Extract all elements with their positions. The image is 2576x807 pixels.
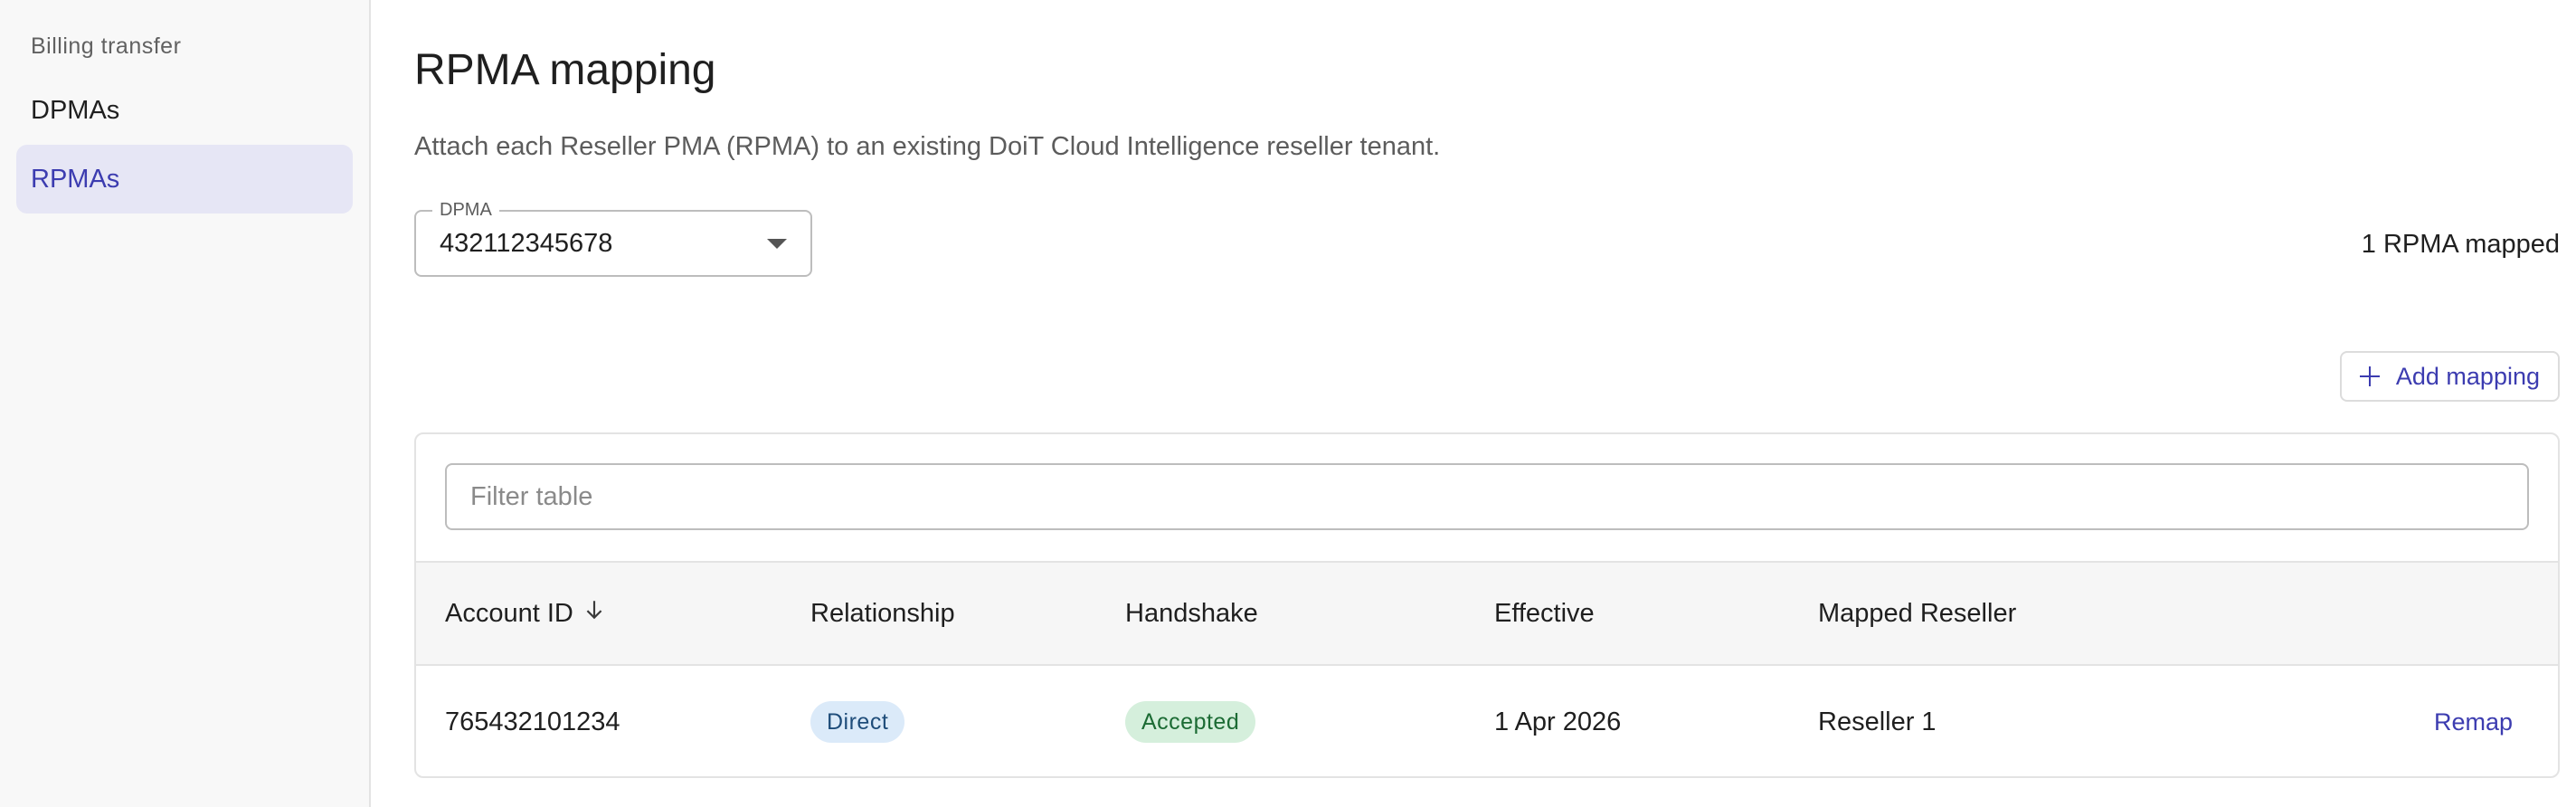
rpma-table: Account ID Relationship Handshake Effect…: [414, 432, 2560, 778]
main-content: RPMA mapping Attach each Reseller PMA (R…: [371, 0, 2576, 807]
column-header-relationship[interactable]: Relationship: [810, 563, 955, 664]
cell-relationship: Direct: [810, 666, 905, 776]
remap-button[interactable]: Remap: [2434, 708, 2513, 736]
sidebar: Billing transfer DPMAs RPMAs: [0, 0, 371, 807]
relationship-badge: Direct: [810, 701, 905, 743]
sidebar-section-title: Billing transfer: [31, 33, 182, 59]
dpma-select-value: 432112345678: [440, 229, 613, 258]
column-header-mapped-reseller[interactable]: Mapped Reseller: [1818, 563, 2016, 664]
mapped-count: 1 RPMA mapped: [2361, 230, 2560, 259]
cell-handshake: Accepted: [1125, 666, 1256, 776]
plus-icon: [2359, 366, 2380, 386]
table-row: 765432101234 Direct Accepted 1 Apr 2026 …: [416, 666, 2558, 776]
arrow-down-icon[interactable]: [582, 598, 606, 629]
cell-effective: 1 Apr 2026: [1494, 707, 1622, 736]
column-header-effective[interactable]: Effective: [1494, 563, 1595, 664]
cell-mapped-reseller: Reseller 1: [1818, 707, 1937, 736]
cell-action: Remap: [2434, 666, 2513, 776]
cell-account-id: 765432101234: [445, 707, 620, 736]
sidebar-item-dpmas[interactable]: DPMAs: [16, 76, 353, 145]
add-mapping-button[interactable]: Add mapping: [2339, 351, 2560, 402]
filter-table-input[interactable]: [445, 463, 2529, 530]
page-title: RPMA mapping: [414, 46, 716, 94]
handshake-status-badge: Accepted: [1125, 701, 1256, 743]
page-description: Attach each Reseller PMA (RPMA) to an ex…: [414, 132, 1441, 161]
column-header-handshake[interactable]: Handshake: [1125, 563, 1258, 664]
table-header-row: Account ID Relationship Handshake Effect…: [416, 561, 2558, 666]
column-header-account-id-label: Account ID: [445, 598, 573, 628]
app-root: Billing transfer DPMAs RPMAs RPMA mappin…: [0, 0, 2576, 807]
column-header-account-id[interactable]: Account ID: [445, 563, 606, 664]
add-mapping-label: Add mapping: [2395, 362, 2540, 390]
caret-down-icon: [767, 239, 787, 249]
sidebar-item-rpmas[interactable]: RPMAs: [16, 145, 353, 214]
dpma-select[interactable]: DPMA 432112345678: [414, 199, 812, 277]
